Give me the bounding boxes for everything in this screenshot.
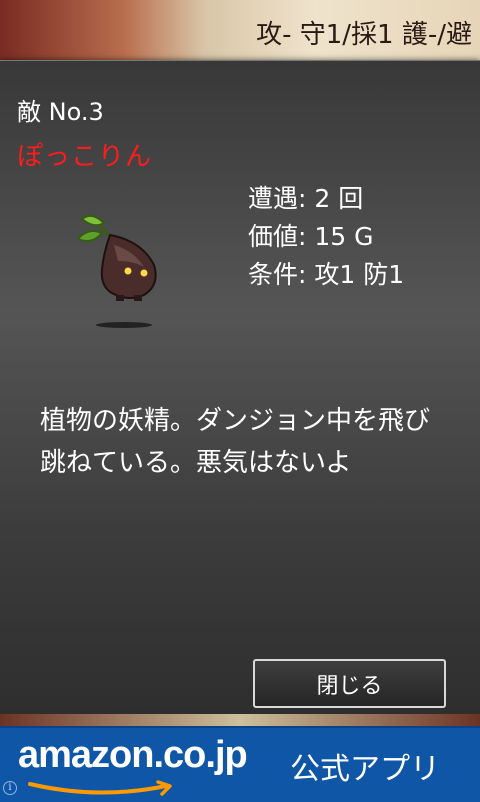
player-stats-bar: 攻- 守1/採1 護-/避 [205,0,480,62]
close-button-label: 閉じる [316,673,383,699]
encounter-count: 遭遇: 2 回 [248,184,364,213]
ad-tagline: 公式アプリ [290,752,440,787]
game-header-decoration [0,0,205,62]
enemy-number: 敵 No.3 [17,98,104,126]
enemy-name: ぽっこりん [17,142,153,172]
leaf-sprout-creature-icon [76,214,157,328]
amazon-smile-icon [28,780,172,796]
ad-banner[interactable]: amazon.co.jp 公式アプリ [0,726,480,802]
close-button[interactable]: 閉じる [253,659,446,708]
enemy-description: 植物の妖精。ダンジョン中を飛び跳ねている。悪気はないよ [40,406,431,478]
ad-info-icon[interactable]: i [3,781,17,795]
enemy-stats: 遭遇: 2 回 価値: 15 G 条件: 攻1 防1 [248,180,404,294]
enemy-value: 価値: 15 G [248,222,374,251]
player-stats-text: 攻- 守1/採1 護-/避 [256,20,472,50]
unlock-condition: 条件: 攻1 防1 [248,260,405,289]
amazon-logo: amazon.co.jp [18,734,248,776]
game-footer-decoration [0,714,480,726]
